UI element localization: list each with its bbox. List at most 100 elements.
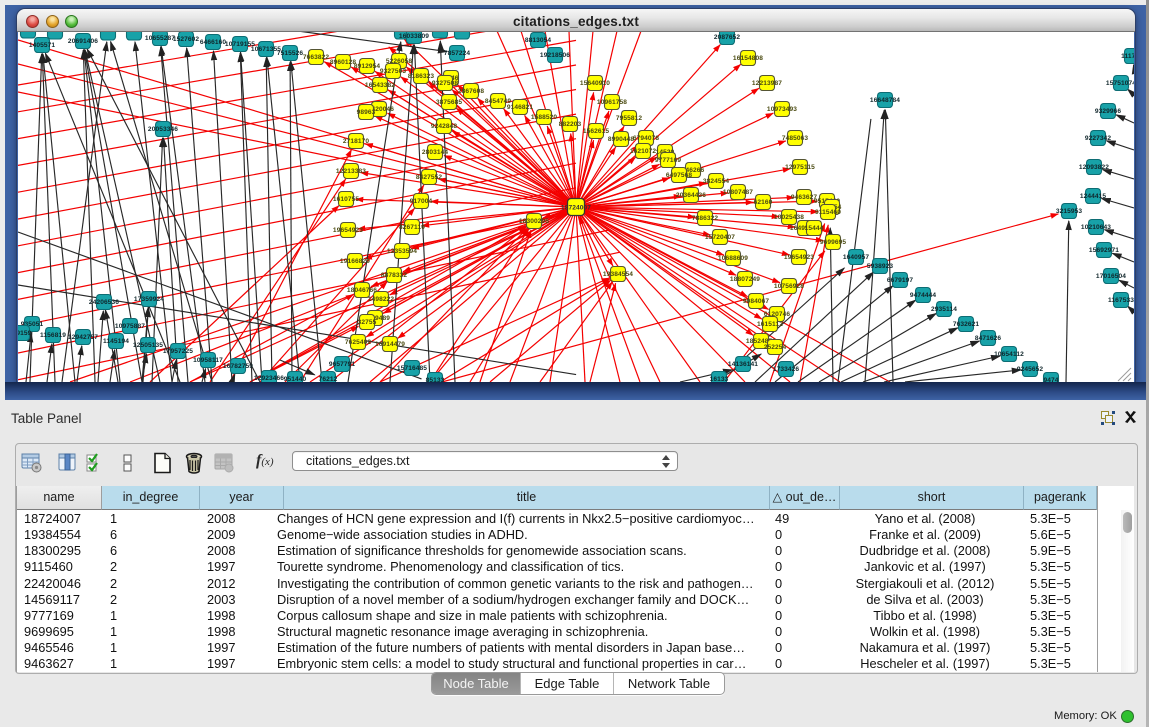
svg-text:10654112: 10654112 xyxy=(994,351,1024,358)
svg-text:12505135: 12505135 xyxy=(133,342,163,349)
svg-text:17359924: 17359924 xyxy=(134,296,164,303)
svg-text:7625402: 7625402 xyxy=(345,339,372,346)
svg-text:1562615: 1562615 xyxy=(583,128,610,135)
svg-text:7663822: 7663822 xyxy=(303,54,330,61)
svg-text:19384554: 19384554 xyxy=(603,271,633,278)
svg-text:7886322: 7886322 xyxy=(692,215,719,222)
svg-text:2087652: 2087652 xyxy=(714,34,741,41)
svg-text:7857224: 7857224 xyxy=(444,50,471,57)
svg-text:32755: 32755 xyxy=(358,319,377,326)
svg-text:8878332: 8878332 xyxy=(381,272,408,279)
svg-text:1527602: 1527602 xyxy=(173,36,200,43)
svg-text:18046766: 18046766 xyxy=(347,287,377,294)
svg-text:15692971: 15692971 xyxy=(1089,247,1119,254)
svg-text:12213383: 12213383 xyxy=(336,168,366,175)
svg-text:17957225: 17957225 xyxy=(163,348,193,355)
svg-text:19166829: 19166829 xyxy=(340,258,370,265)
svg-text:9242848: 9242848 xyxy=(431,123,458,130)
svg-text:882203: 882203 xyxy=(559,121,582,128)
svg-text:9463627: 9463627 xyxy=(791,194,818,201)
svg-text:8267110: 8267110 xyxy=(399,224,425,231)
svg-text:6794078: 6794078 xyxy=(633,135,660,142)
svg-text:98963: 98963 xyxy=(357,109,376,116)
svg-text:10973493: 10973493 xyxy=(767,106,797,113)
svg-text:1610755: 1610755 xyxy=(333,196,360,203)
svg-text:8990448: 8990448 xyxy=(608,136,635,143)
svg-text:18724007: 18724007 xyxy=(561,205,591,212)
svg-text:16914479: 16914479 xyxy=(375,341,405,348)
svg-text:7515526: 7515526 xyxy=(277,50,304,57)
svg-text:1615112: 1615112 xyxy=(757,321,783,328)
svg-text:62160: 62160 xyxy=(754,199,773,206)
svg-text:9329966: 9329966 xyxy=(1095,108,1122,115)
svg-text:2803144: 2803144 xyxy=(422,149,449,156)
svg-text:10210643: 10210643 xyxy=(1081,224,1111,231)
svg-text:14136141: 14136141 xyxy=(728,361,758,368)
svg-text:10688609: 10688609 xyxy=(718,255,748,262)
svg-text:18807249: 18807249 xyxy=(730,276,760,283)
svg-text:2867608: 2867608 xyxy=(458,88,485,95)
svg-text:7632621: 7632621 xyxy=(953,321,980,328)
svg-text:1588520: 1588520 xyxy=(531,114,558,121)
svg-text:1244415: 1244415 xyxy=(1080,193,1107,200)
svg-text:16154808: 16154808 xyxy=(733,55,763,62)
svg-text:6466160: 6466160 xyxy=(200,39,227,46)
svg-text:9327503: 9327503 xyxy=(380,68,407,75)
svg-text:7955812: 7955812 xyxy=(616,115,643,122)
svg-text:10807487: 10807487 xyxy=(723,189,753,196)
svg-text:3215953: 3215953 xyxy=(1056,208,1083,215)
svg-text:5938923: 5938923 xyxy=(867,263,894,270)
svg-text:16033809: 16033809 xyxy=(399,33,429,40)
svg-text:16543382: 16543382 xyxy=(365,82,395,89)
svg-text:39159: 39159 xyxy=(18,330,32,337)
svg-text:7485063: 7485063 xyxy=(782,135,809,142)
svg-text:19654923: 19654923 xyxy=(784,254,814,261)
svg-text:8813054: 8813054 xyxy=(525,37,552,44)
svg-text:15751074: 15751074 xyxy=(1106,80,1134,87)
svg-text:1405571: 1405571 xyxy=(29,42,56,49)
svg-text:2935114: 2935114 xyxy=(931,306,957,313)
svg-text:1156819: 1156819 xyxy=(40,332,66,339)
svg-text:10958117: 10958117 xyxy=(193,357,223,364)
svg-text:10655287: 10655287 xyxy=(145,35,175,42)
svg-text:12923466: 12923466 xyxy=(254,375,284,382)
svg-text:6679197: 6679197 xyxy=(887,277,914,284)
svg-text:15716485: 15716485 xyxy=(397,365,427,372)
svg-text:1167533: 1167533 xyxy=(1108,297,1134,304)
svg-text:9327508: 9327508 xyxy=(432,80,459,87)
svg-text:8427552: 8427552 xyxy=(416,174,443,181)
svg-text:1498222: 1498222 xyxy=(368,296,395,303)
svg-text:19218506: 19218506 xyxy=(540,52,570,59)
svg-text:9474444: 9474444 xyxy=(910,292,937,299)
svg-text:15640910: 15640910 xyxy=(580,80,610,87)
svg-text:9115460: 9115460 xyxy=(815,209,841,216)
svg-text:15444: 15444 xyxy=(805,225,824,232)
svg-text:111745: 111745 xyxy=(1121,53,1134,60)
svg-text:9146821: 9146821 xyxy=(507,104,534,111)
svg-text:9084067: 9084067 xyxy=(743,298,770,305)
svg-text:12942757: 12942757 xyxy=(68,334,98,341)
svg-text:252254: 252254 xyxy=(764,344,787,351)
svg-text:8186323: 8186323 xyxy=(408,73,435,80)
svg-text:17016504: 17016504 xyxy=(1096,273,1126,280)
svg-text:3824554: 3824554 xyxy=(703,178,730,185)
svg-text:15720407: 15720407 xyxy=(705,234,735,241)
svg-text:9777169: 9777169 xyxy=(655,157,682,164)
svg-text:8912954: 8912954 xyxy=(354,63,381,70)
svg-text:20691406: 20691406 xyxy=(68,38,98,45)
svg-text:12353594: 12353594 xyxy=(387,248,417,255)
svg-text:18300295: 18300295 xyxy=(519,218,549,225)
svg-text:12093822: 12093822 xyxy=(1079,164,1109,171)
svg-text:20053346: 20053346 xyxy=(148,126,178,133)
svg-text:2718170: 2718170 xyxy=(343,138,370,145)
svg-text:16782759: 16782759 xyxy=(223,363,253,370)
svg-text:9245652: 9245652 xyxy=(1017,366,1044,373)
svg-text:12975115: 12975115 xyxy=(785,164,815,171)
svg-text:6497568: 6497568 xyxy=(666,172,693,179)
svg-text:917004: 917004 xyxy=(410,198,433,205)
svg-text:1621072: 1621072 xyxy=(630,148,657,155)
svg-text:9657791: 9657791 xyxy=(329,361,356,368)
svg-text:10975887: 10975887 xyxy=(115,323,145,330)
svg-text:8471626: 8471626 xyxy=(975,335,1002,342)
svg-text:1733426: 1733426 xyxy=(773,366,800,373)
